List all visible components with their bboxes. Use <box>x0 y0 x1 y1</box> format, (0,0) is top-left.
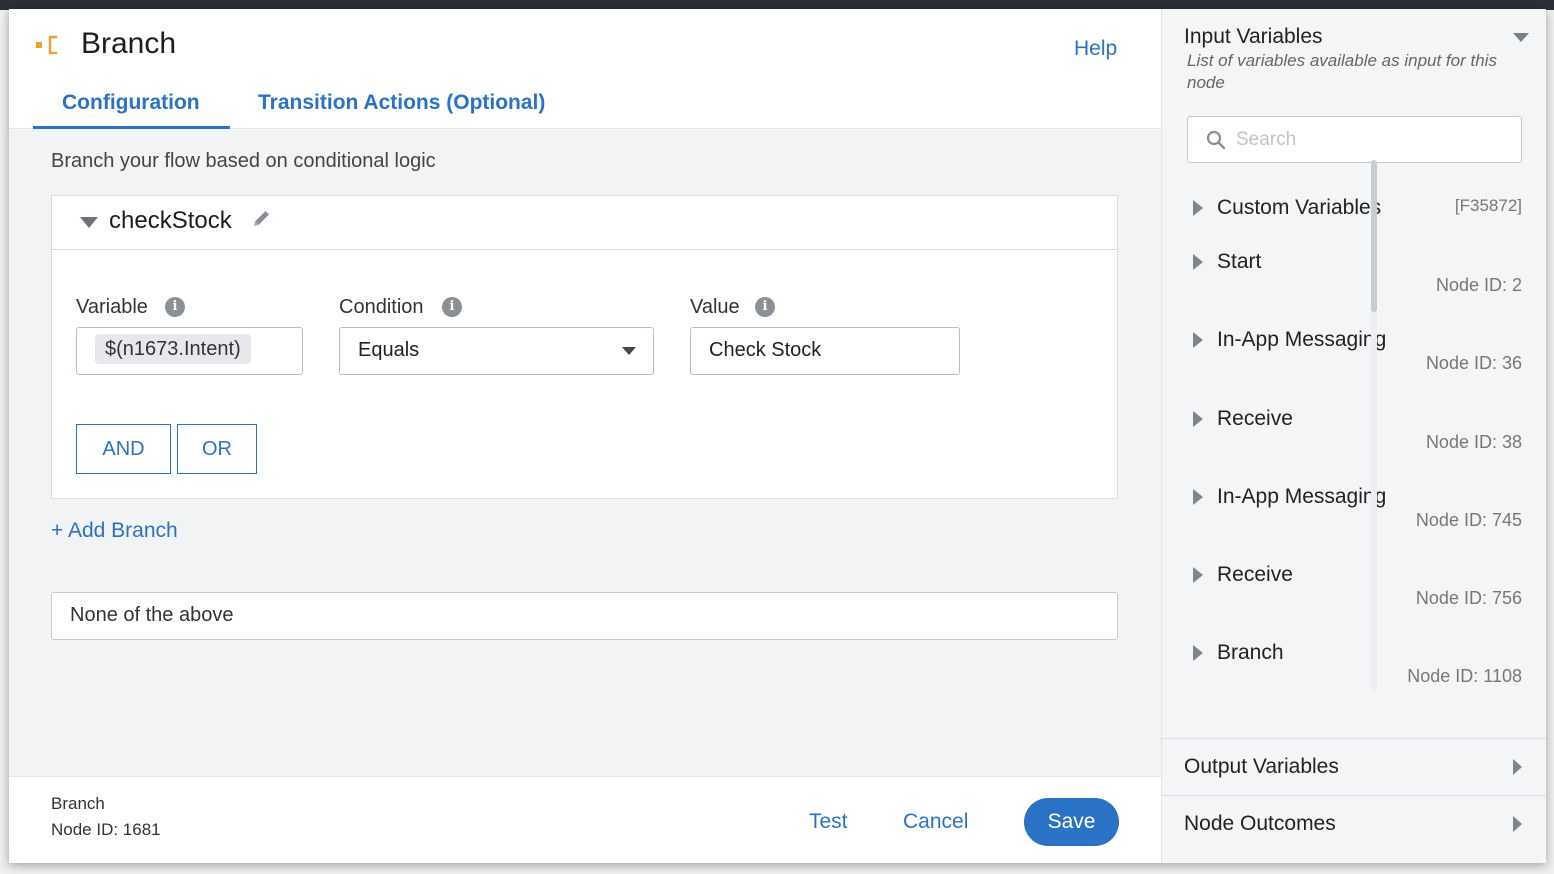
background-canvas-right <box>1546 10 1554 874</box>
expand-arrow-icon <box>1193 489 1203 505</box>
tree-item-receive[interactable]: Receive Node ID: 38 <box>1162 400 1532 470</box>
branch-card-header: checkStock <box>52 196 1117 250</box>
branch-name: checkStock <box>109 207 232 234</box>
variable-search-box[interactable] <box>1187 116 1522 163</box>
tab-transition-actions[interactable]: Transition Actions (Optional) <box>258 89 545 117</box>
node-outcomes-title: Node Outcomes <box>1184 812 1336 835</box>
variable-chip[interactable]: $(n1673.Intent) <box>95 334 251 364</box>
default-branch-text: None of the above <box>70 604 234 626</box>
configuration-pane: Branch Help Configuration Transition Act… <box>9 9 1161 863</box>
search-input[interactable] <box>1236 127 1506 153</box>
expand-arrow-icon <box>1193 645 1203 661</box>
output-variables-title: Output Variables <box>1184 755 1339 778</box>
tree-item-label: Receive <box>1217 563 1293 586</box>
tree-item-in-app-messaging[interactable]: In-App Messaging Node ID: 36 <box>1162 321 1532 391</box>
sidebar-scrollbar-thumb[interactable] <box>1371 160 1377 312</box>
expand-arrow-icon <box>1193 411 1203 427</box>
value-label: Value <box>690 296 740 318</box>
variables-tree: Custom Variables [F35872] Start Node ID:… <box>1162 179 1532 699</box>
tree-item-receive[interactable]: Receive Node ID: 756 <box>1162 556 1532 626</box>
expand-arrow-icon <box>1513 816 1522 832</box>
add-branch-link[interactable]: + Add Branch <box>51 519 178 543</box>
footer-node-id: Node ID: 1681 <box>51 820 161 839</box>
collapse-input-variables-icon[interactable] <box>1513 33 1529 42</box>
input-variables-title: Input Variables <box>1184 25 1323 48</box>
tree-item-start[interactable]: Start Node ID: 2 <box>1162 243 1532 313</box>
variable-label: Variable <box>76 296 148 318</box>
variables-sidebar: Input Variables List of variables availa… <box>1161 9 1546 863</box>
branch-description: Branch your flow based on conditional lo… <box>51 150 436 172</box>
variable-field[interactable]: $(n1673.Intent) <box>76 327 303 375</box>
help-link[interactable]: Help <box>1074 37 1117 61</box>
tree-item-node-id: Node ID: 36 <box>1425 353 1522 373</box>
value-field-text: Check Stock <box>709 339 822 361</box>
test-button[interactable]: Test <box>809 810 848 834</box>
tree-item-label: Branch <box>1217 641 1284 664</box>
background-canvas-bottom <box>0 862 1554 874</box>
cancel-button[interactable]: Cancel <box>903 810 968 834</box>
node-outcomes-section[interactable]: Node Outcomes <box>1162 795 1546 852</box>
save-button[interactable]: Save <box>1024 798 1119 846</box>
active-tab-indicator <box>33 126 230 129</box>
search-icon <box>1206 130 1226 150</box>
expand-arrow-icon <box>1193 567 1203 583</box>
dialog-footer: Branch Node ID: 1681 Test Cancel Save <box>9 776 1161 863</box>
output-variables-section[interactable]: Output Variables <box>1162 738 1546 795</box>
configuration-body: Branch your flow based on conditional lo… <box>9 130 1161 777</box>
tree-item-branch[interactable]: Branch Node ID: 1108 <box>1162 634 1532 699</box>
tree-item-node-id: Node ID: 38 <box>1425 432 1522 452</box>
and-button[interactable]: AND <box>76 424 171 474</box>
branch-card: checkStock Variable i $(n1673.Intent) Co… <box>51 195 1118 499</box>
input-variables-description: List of variables available as input for… <box>1187 51 1497 92</box>
condition-label: Condition <box>339 296 424 318</box>
value-info-icon[interactable]: i <box>755 297 775 317</box>
collapse-branch-icon[interactable] <box>80 217 98 228</box>
or-button[interactable]: OR <box>177 424 257 474</box>
expand-arrow-icon <box>1513 759 1522 775</box>
branch-node-dialog: Branch Help Configuration Transition Act… <box>9 9 1546 863</box>
value-field[interactable]: Check Stock <box>690 327 960 375</box>
chevron-down-icon <box>622 347 636 355</box>
expand-arrow-icon <box>1193 254 1203 270</box>
branch-node-icon <box>36 35 57 55</box>
tree-item-node-id: Node ID: 756 <box>1415 588 1522 608</box>
default-branch-field[interactable]: None of the above <box>51 592 1118 640</box>
tree-item-in-app-messaging[interactable]: In-App Messaging Node ID: 745 <box>1162 478 1532 548</box>
dialog-title: Branch <box>81 27 177 60</box>
dialog-header: Branch Help Configuration Transition Act… <box>9 9 1161 129</box>
variable-info-icon[interactable]: i <box>165 297 185 317</box>
tree-item-label: Custom Variables <box>1217 196 1382 219</box>
expand-arrow-icon <box>1193 200 1203 216</box>
tree-item-label: Start <box>1217 250 1262 273</box>
condition-selected-value: Equals <box>358 339 420 361</box>
tree-item-node-id: Node ID: 1108 <box>1407 666 1522 686</box>
tree-item-label: In-App Messaging <box>1217 328 1387 351</box>
tree-item-label: In-App Messaging <box>1217 485 1387 508</box>
tree-item-code: [F35872] <box>1454 196 1522 215</box>
footer-node-name: Branch <box>51 794 105 813</box>
tree-item-node-id: Node ID: 2 <box>1435 275 1522 295</box>
tab-configuration[interactable]: Configuration <box>62 89 200 117</box>
condition-info-icon[interactable]: i <box>442 297 462 317</box>
expand-arrow-icon <box>1193 332 1203 348</box>
tree-item-node-id: Node ID: 745 <box>1415 510 1522 530</box>
tree-item-label: Receive <box>1217 407 1293 430</box>
condition-select[interactable]: Equals <box>339 327 654 375</box>
edit-pencil-icon[interactable] <box>250 208 272 230</box>
background-canvas-left <box>0 10 9 874</box>
